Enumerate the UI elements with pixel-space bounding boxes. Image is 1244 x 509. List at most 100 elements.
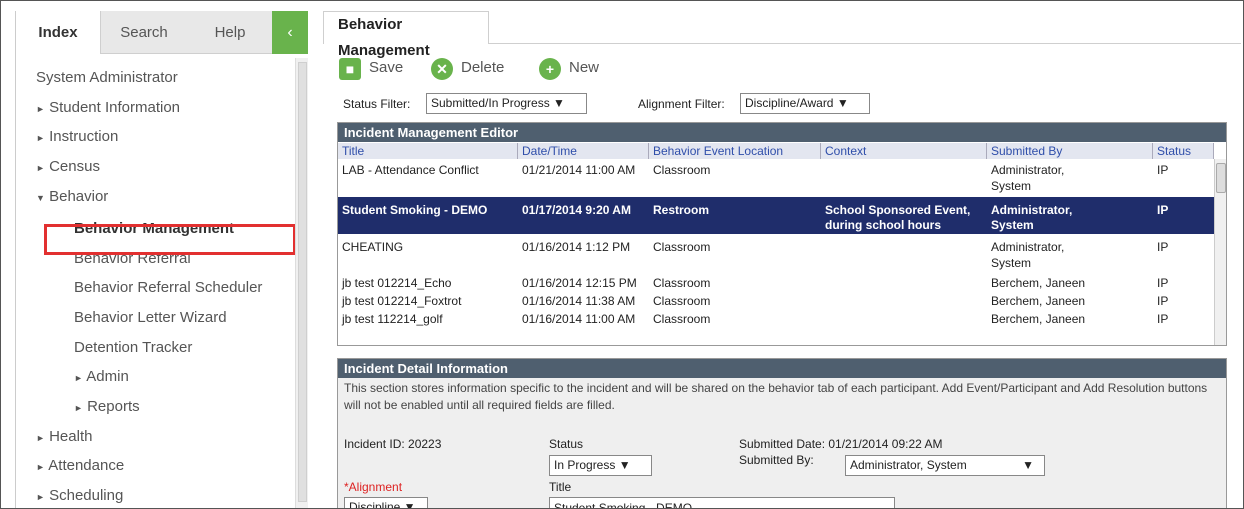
cell-status: IP [1157, 294, 1169, 308]
tree-item-detention-tracker[interactable]: Detention Tracker [74, 339, 192, 356]
status-select[interactable]: In Progress ▼ [549, 455, 652, 476]
cell-date: 01/17/2014 9:20 AM [522, 203, 631, 217]
cell-title: jb test 012214_Foxtrot [342, 294, 462, 308]
main-panel: Behavior Management ■ Save ✕ Delete + Ne… [323, 11, 1241, 508]
tree-item-admin[interactable]: ► Admin [74, 368, 129, 385]
tree-item-attendance[interactable]: ► Attendance [36, 457, 124, 474]
tab-index[interactable]: Index [16, 11, 101, 54]
nav-tabbar: Index Search Help ‹ [16, 11, 308, 54]
tree-item-health[interactable]: ► Health [36, 428, 92, 445]
dropdown-arrow-icon: ▼ [1022, 458, 1034, 472]
tree-item-reports[interactable]: ► Reports [74, 398, 140, 415]
cell-location: Classroom [653, 294, 711, 308]
cell-location: Classroom [653, 312, 711, 326]
alignment-filter-label: Alignment Filter: [638, 97, 725, 111]
incident-id: Incident ID: 20223 [344, 437, 442, 451]
cell-submitted-by: Berchem, Janeen [991, 276, 1086, 290]
alignment-select[interactable]: Discipline ▼ [344, 497, 428, 508]
cell-status: IP [1157, 312, 1169, 326]
save-button-label: Save [369, 59, 404, 76]
table-row[interactable]: jb test 012214_Foxtrot 01/16/2014 11:38 … [338, 292, 1216, 310]
tree-item-behavior[interactable]: ▼ Behavior [36, 188, 108, 205]
cell-status: IP [1157, 240, 1169, 254]
detail-header: Incident Detail Information [338, 359, 1226, 378]
cell-status: IP [1157, 203, 1169, 217]
collapse-panel-icon[interactable]: ‹ [272, 11, 308, 54]
editor-scrollbar[interactable] [1214, 159, 1226, 345]
expand-arrow-icon: ► [36, 104, 45, 114]
expand-arrow-icon: ► [36, 433, 45, 443]
cell-title: Student Smoking - DEMO [342, 203, 488, 217]
cell-submitted-by: Berchem, Janeen [991, 294, 1086, 308]
tree-item-system-administrator[interactable]: System Administrator [36, 69, 178, 86]
expand-arrow-icon: ► [74, 373, 83, 383]
column-header-submitted-by[interactable]: Submitted By [987, 143, 1153, 159]
cell-submitted-by: System [991, 256, 1032, 270]
column-header-status[interactable]: Status [1153, 143, 1214, 159]
tree-item-student-information[interactable]: ► Student Information [36, 99, 180, 116]
tree-item-behavior-letter-wizard[interactable]: Behavior Letter Wizard [74, 309, 227, 326]
save-icon: ■ [339, 58, 361, 80]
submitted-by-value: Administrator, System [850, 458, 967, 472]
cell-date: 01/16/2014 11:00 AM [522, 312, 636, 326]
new-button[interactable]: + New [539, 57, 609, 81]
editor-header: Incident Management Editor [338, 123, 1226, 142]
tree-item-behavior-referral-scheduler[interactable]: Behavior Referral Scheduler [74, 279, 262, 296]
column-header-datetime[interactable]: Date/Time [518, 143, 649, 159]
cell-submitted-by: Administrator, [991, 203, 1073, 217]
cell-submitted-by: System [991, 218, 1034, 232]
tree-item-scheduling[interactable]: ► Scheduling [36, 487, 123, 504]
table-row[interactable]: CHEATING 01/16/2014 1:12 PM Classroom Ad… [338, 236, 1216, 272]
title-input[interactable]: Student Smoking - DEMO [549, 497, 895, 508]
incident-management-editor: Incident Management Editor Title Date/Ti… [337, 122, 1227, 346]
status-filter-label: Status Filter: [343, 97, 411, 111]
cell-submitted-by: System [991, 179, 1032, 193]
page-title-tab[interactable]: Behavior Management [323, 11, 489, 59]
cell-context: School Sponsored Event, [825, 203, 971, 217]
cell-status: IP [1157, 276, 1169, 290]
expand-arrow-icon: ► [36, 492, 45, 502]
nav-scrollbar-thumb[interactable] [298, 62, 307, 502]
table-row[interactable]: jb test 012214_Echo 01/16/2014 12:15 PM … [338, 274, 1216, 292]
incident-detail-information: Incident Detail Information This section… [337, 358, 1227, 508]
cell-context: during school hours [825, 218, 941, 232]
tree-item-instruction[interactable]: ► Instruction [36, 128, 118, 145]
cell-submitted-by: Administrator, [991, 240, 1065, 254]
cell-location: Classroom [653, 163, 711, 177]
save-button[interactable]: ■ Save [339, 57, 409, 81]
selection-highlight-box [44, 224, 296, 255]
tab-search[interactable]: Search [102, 11, 186, 54]
cell-submitted-by: Berchem, Janeen [991, 312, 1086, 326]
table-row[interactable]: LAB - Attendance Conflict 01/21/2014 11:… [338, 159, 1216, 195]
expand-arrow-icon: ► [74, 403, 83, 413]
cell-date: 01/16/2014 11:38 AM [522, 294, 636, 308]
left-nav-panel: Index Search Help ‹ System Administrator… [15, 11, 308, 508]
tab-divider [489, 43, 1241, 44]
alignment-label: *Alignment [344, 480, 403, 494]
new-icon: + [539, 58, 561, 80]
status-filter-select[interactable]: Submitted/In Progress ▼ [426, 93, 587, 114]
submitted-by-label: Submitted By: [739, 453, 814, 467]
cell-title: jb test 012214_Echo [342, 276, 452, 290]
editor-scrollbar-thumb[interactable] [1216, 163, 1226, 193]
column-header-title[interactable]: Title [338, 143, 518, 159]
cell-status: IP [1157, 163, 1169, 177]
cell-location: Classroom [653, 240, 711, 254]
table-row-selected[interactable]: Student Smoking - DEMO 01/17/2014 9:20 A… [338, 197, 1216, 234]
submitted-date: Submitted Date: 01/21/2014 09:22 AM [739, 437, 943, 451]
app-window: Index Search Help ‹ System Administrator… [0, 0, 1244, 509]
delete-button[interactable]: ✕ Delete [431, 57, 517, 81]
column-header-context[interactable]: Context [821, 143, 987, 159]
tab-help[interactable]: Help [188, 11, 272, 54]
expand-arrow-icon: ► [36, 133, 45, 143]
tree-item-census[interactable]: ► Census [36, 158, 100, 175]
alignment-filter-select[interactable]: Discipline/Award ▼ [740, 93, 870, 114]
column-header-location[interactable]: Behavior Event Location [649, 143, 821, 159]
table-row[interactable]: jb test 112214_golf 01/16/2014 11:00 AM … [338, 310, 1216, 328]
title-label: Title [549, 480, 572, 494]
nav-scrollbar[interactable] [295, 58, 308, 508]
detail-description: This section stores information specific… [344, 381, 1208, 412]
submitted-by-select[interactable]: Administrator, System ▼ [845, 455, 1045, 476]
cell-title: LAB - Attendance Conflict [342, 163, 479, 177]
expand-arrow-icon: ► [36, 462, 45, 472]
